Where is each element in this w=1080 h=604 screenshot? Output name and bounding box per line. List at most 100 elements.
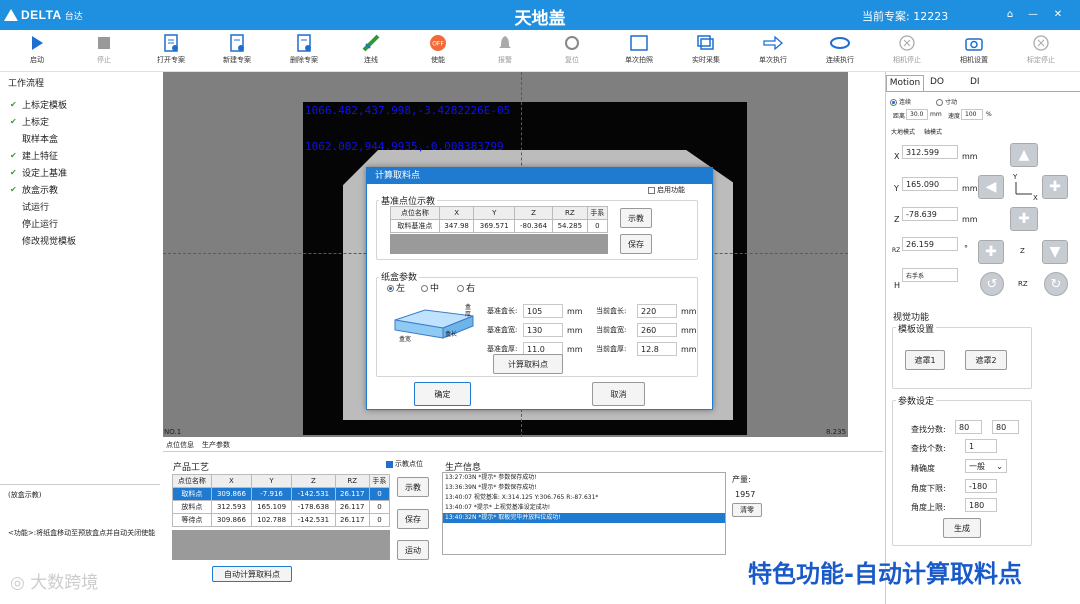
log-item[interactable]: 13:40:07 *提示* 上视觉基准设定成功!: [443, 503, 725, 513]
angle-low-input[interactable]: -180: [965, 479, 997, 493]
table-cell[interactable]: 26.117: [334, 487, 370, 501]
save-button[interactable]: 保存: [397, 509, 429, 529]
mask1-button[interactable]: 遮罩1: [905, 350, 945, 370]
radio-right[interactable]: 右: [457, 281, 475, 294]
workflow-item[interactable]: ✔ 设定上基准: [10, 166, 67, 179]
base-field-input[interactable]: 105: [523, 304, 563, 318]
auto-calc-button[interactable]: 自动计算取料点: [212, 566, 292, 582]
teach-point-checkbox[interactable]: 示教点位: [386, 459, 423, 469]
table-cell[interactable]: 26.117: [334, 500, 370, 514]
workflow-item[interactable]: ✔ 放盒示教: [10, 183, 58, 196]
table-cell[interactable]: -80.364: [514, 219, 554, 233]
alarm-button[interactable]: 报警: [475, 33, 535, 65]
calibration-stop-button[interactable]: 标定停止: [1011, 33, 1071, 65]
product-point-table[interactable]: 点位名称 X Y Z RZ 手系 取料点 309.866 -7.916 -142.531 26.11…: [172, 474, 391, 527]
workflow-item[interactable]: 取样本盒: [10, 132, 58, 145]
minimize-icon[interactable]: —: [1025, 7, 1041, 23]
workflow-item[interactable]: ✔ 上标定: [10, 115, 49, 128]
table-cell[interactable]: -7.916: [250, 487, 293, 501]
base-point-table[interactable]: 点位名称 X Y Z RZ 手系 取料基准点 347.98 369.571 -80.364 54.…: [390, 206, 609, 233]
world-mode-label[interactable]: 大地模式: [891, 127, 915, 136]
tab-production-params[interactable]: 生产参数: [202, 440, 230, 450]
table-cell[interactable]: 0: [368, 513, 391, 527]
table-cell[interactable]: 取料基准点: [390, 219, 440, 233]
table-cell[interactable]: -142.531: [291, 513, 336, 527]
jog-rz-minus-button[interactable]: ↻: [1044, 272, 1068, 296]
table-cell[interactable]: 165.109: [250, 500, 293, 514]
tab-di[interactable]: DI: [970, 75, 980, 90]
score-input-2[interactable]: 80: [992, 420, 1019, 434]
table-cell[interactable]: 369.571: [473, 219, 516, 233]
jog-z-minus-button[interactable]: ▼: [1042, 240, 1068, 264]
table-cell[interactable]: 取料点: [172, 487, 212, 501]
count-input[interactable]: 1: [965, 439, 997, 453]
table-cell[interactable]: 309.866: [210, 487, 253, 501]
table-cell[interactable]: 放料点: [172, 500, 212, 514]
generate-button[interactable]: 生成: [943, 518, 981, 538]
camera-stop-button[interactable]: 相机停止: [877, 33, 937, 65]
log-item[interactable]: 13:27:03N *提示* 参数保存成功!: [443, 473, 725, 483]
jog-x-plus-button[interactable]: ✚: [1042, 175, 1068, 199]
table-cell[interactable]: 26.117: [334, 513, 370, 527]
table-cell[interactable]: 等待点: [172, 513, 212, 527]
radio-center[interactable]: 中: [421, 281, 439, 294]
mask2-button[interactable]: 遮罩2: [965, 350, 1007, 370]
base-field-input[interactable]: 130: [523, 323, 563, 337]
angle-high-input[interactable]: 180: [965, 498, 997, 512]
single-snap-button[interactable]: 单次拍照: [609, 33, 669, 65]
camera-settings-button[interactable]: 相机设置: [944, 33, 1004, 65]
table-cell[interactable]: -178.638: [291, 500, 336, 514]
log-item[interactable]: 13:40:32N *提示* 取板完毕并放料位成功!: [443, 513, 725, 523]
axis-mode-label[interactable]: 轴模式: [924, 127, 942, 136]
home-icon[interactable]: ⌂: [1002, 7, 1018, 23]
workflow-item[interactable]: ✔ 上标定模板: [10, 98, 67, 111]
jog-y-minus-button[interactable]: ✚: [1010, 207, 1038, 231]
table-cell[interactable]: 54.285: [552, 219, 588, 233]
table-cell[interactable]: -142.531: [291, 487, 336, 501]
dialog-cancel-button[interactable]: 取消: [592, 382, 645, 406]
table-cell[interactable]: 309.866: [210, 513, 253, 527]
speed-input[interactable]: 100: [961, 109, 983, 120]
tab-point-info[interactable]: 点位信息: [166, 440, 194, 450]
precision-select[interactable]: 一般 ⌄: [965, 459, 1007, 473]
mode-continuous-radio[interactable]: 连续: [890, 97, 911, 106]
workflow-item[interactable]: ✔ 建上特征: [10, 149, 58, 162]
teach-button[interactable]: 示教: [397, 477, 429, 497]
table-cell[interactable]: 0: [586, 219, 609, 233]
stop-button[interactable]: 停止: [74, 33, 134, 65]
log-item[interactable]: 13:40:07 视觉基准: X:314.125 Y:306.765 R:-87…: [443, 493, 725, 503]
current-field-input[interactable]: 220: [637, 304, 677, 318]
log-item[interactable]: 13:36:39N *提示* 参数保存成功!: [443, 483, 725, 493]
tab-motion[interactable]: Motion: [886, 75, 924, 91]
table-cell[interactable]: 0: [368, 487, 391, 501]
delete-project-button[interactable]: 删除专案: [274, 33, 334, 65]
enable-button[interactable]: OFF 使能: [408, 33, 468, 65]
jog-rz-plus-button[interactable]: ↺: [980, 272, 1004, 296]
jog-y-plus-button[interactable]: ▲: [1010, 143, 1038, 167]
workflow-item[interactable]: 修改视觉模板: [10, 234, 76, 247]
enable-function-checkbox[interactable]: 启用功能: [648, 185, 685, 195]
table-cell[interactable]: 0: [368, 500, 391, 514]
mode-jog-radio[interactable]: 寸动: [936, 97, 957, 106]
continuous-run-button[interactable]: 连续执行: [810, 33, 870, 65]
calc-pick-point-button[interactable]: 计算取料点: [493, 354, 563, 374]
radio-left[interactable]: 左: [387, 281, 405, 294]
current-field-input[interactable]: 260: [637, 323, 677, 337]
new-project-button[interactable]: 新建专案: [207, 33, 267, 65]
current-field-input[interactable]: 12.8: [637, 342, 677, 356]
dialog-teach-button[interactable]: 示教: [620, 208, 652, 228]
connect-button[interactable]: 连线: [341, 33, 401, 65]
distance-input[interactable]: 30.0: [906, 109, 928, 120]
table-cell[interactable]: 312.593: [210, 500, 253, 514]
close-icon[interactable]: ✕: [1050, 7, 1066, 23]
jog-z-plus-button[interactable]: ✚: [978, 240, 1004, 264]
log-list[interactable]: 13:27:03N *提示* 参数保存成功! 13:36:39N *提示* 参数保…: [442, 472, 726, 555]
open-project-button[interactable]: 打开专案: [141, 33, 201, 65]
clear-button[interactable]: 清零: [732, 503, 762, 517]
reset-button[interactable]: 复位: [542, 33, 602, 65]
live-capture-button[interactable]: 实时采集: [676, 33, 736, 65]
table-cell[interactable]: 347.98: [438, 219, 475, 233]
score-input-1[interactable]: 80: [955, 420, 982, 434]
single-run-button[interactable]: 单次执行: [743, 33, 803, 65]
tab-do[interactable]: DO: [930, 75, 944, 90]
